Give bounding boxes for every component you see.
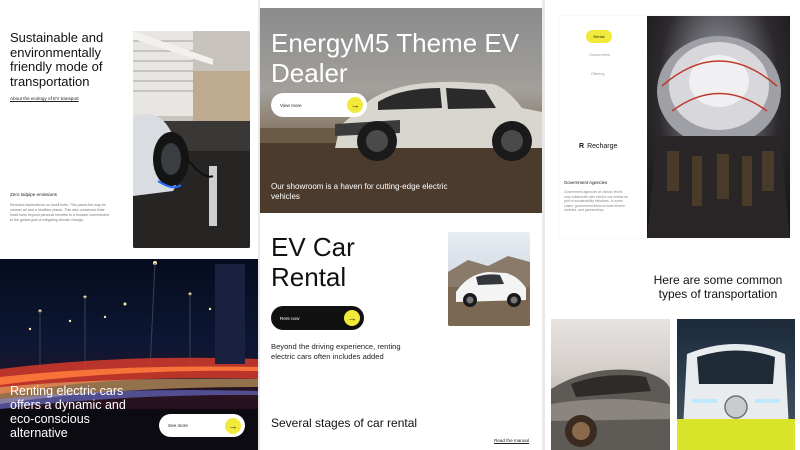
column-types: Rental Government Offering R Recharge Go… [545,0,800,450]
arrow-right-icon: → [225,417,241,434]
renting-tagline: Renting electric cars offers a dynamic a… [10,384,126,440]
menu-item-offering[interactable]: Offering [591,72,604,76]
hero-title: EnergyM5 Theme EV Dealer [271,28,520,88]
column-dealer: EnergyM5 Theme EV Dealer View more → Our… [260,0,542,450]
agency-text: Government agencies at various levels ma… [564,190,628,213]
see-more-button[interactable]: See more → [159,414,245,437]
agency-heading: Government Agencies [564,180,608,185]
recharge-brand-name: Recharge [587,143,618,150]
view-more-label: View more [280,102,302,108]
white-car-photo [448,232,530,326]
rental-tag[interactable]: Rental [586,30,612,43]
stages-title: Several stages of car rental [271,416,418,430]
charging-station-photo [133,31,250,248]
arrow-right-icon: → [344,310,360,326]
column-sustainable: Sustainable and environmentally friendly… [0,0,258,450]
ecology-link[interactable]: About the ecology of EV transport [10,96,79,101]
zero-emissions-heading: Zero tailpipe emissions [10,192,57,197]
transport-types-heading: Here are some common types of transporta… [653,273,783,301]
read-manual-link[interactable]: Read the manual [494,438,529,443]
menu-item-government[interactable]: Government [589,53,610,57]
zero-emissions-text: Reduced dependence on fossil fuels. This… [10,203,109,222]
rental-description: Beyond the driving experience, renting e… [271,342,401,361]
rent-now-label: Rent now [280,315,300,321]
hero-caption: Our showroom is a haven for cutting-edge… [271,182,448,201]
vw-van-photo [677,319,795,450]
view-more-button[interactable]: View more → [271,93,367,117]
recharge-logo-icon: R [579,143,585,150]
rental-title: EV Car Rental [271,232,355,292]
rent-now-button[interactable]: Rent now → [271,306,364,330]
sustainable-title: Sustainable and environmentally friendly… [10,30,104,89]
sustainable-card: Sustainable and environmentally friendly… [0,0,258,258]
silver-car-photo [551,319,670,450]
arrow-right-icon: → [347,97,363,113]
recharge-brand[interactable]: R Recharge [579,143,617,150]
reactor-dome-photo [647,16,790,238]
see-more-label: See more [168,423,188,428]
